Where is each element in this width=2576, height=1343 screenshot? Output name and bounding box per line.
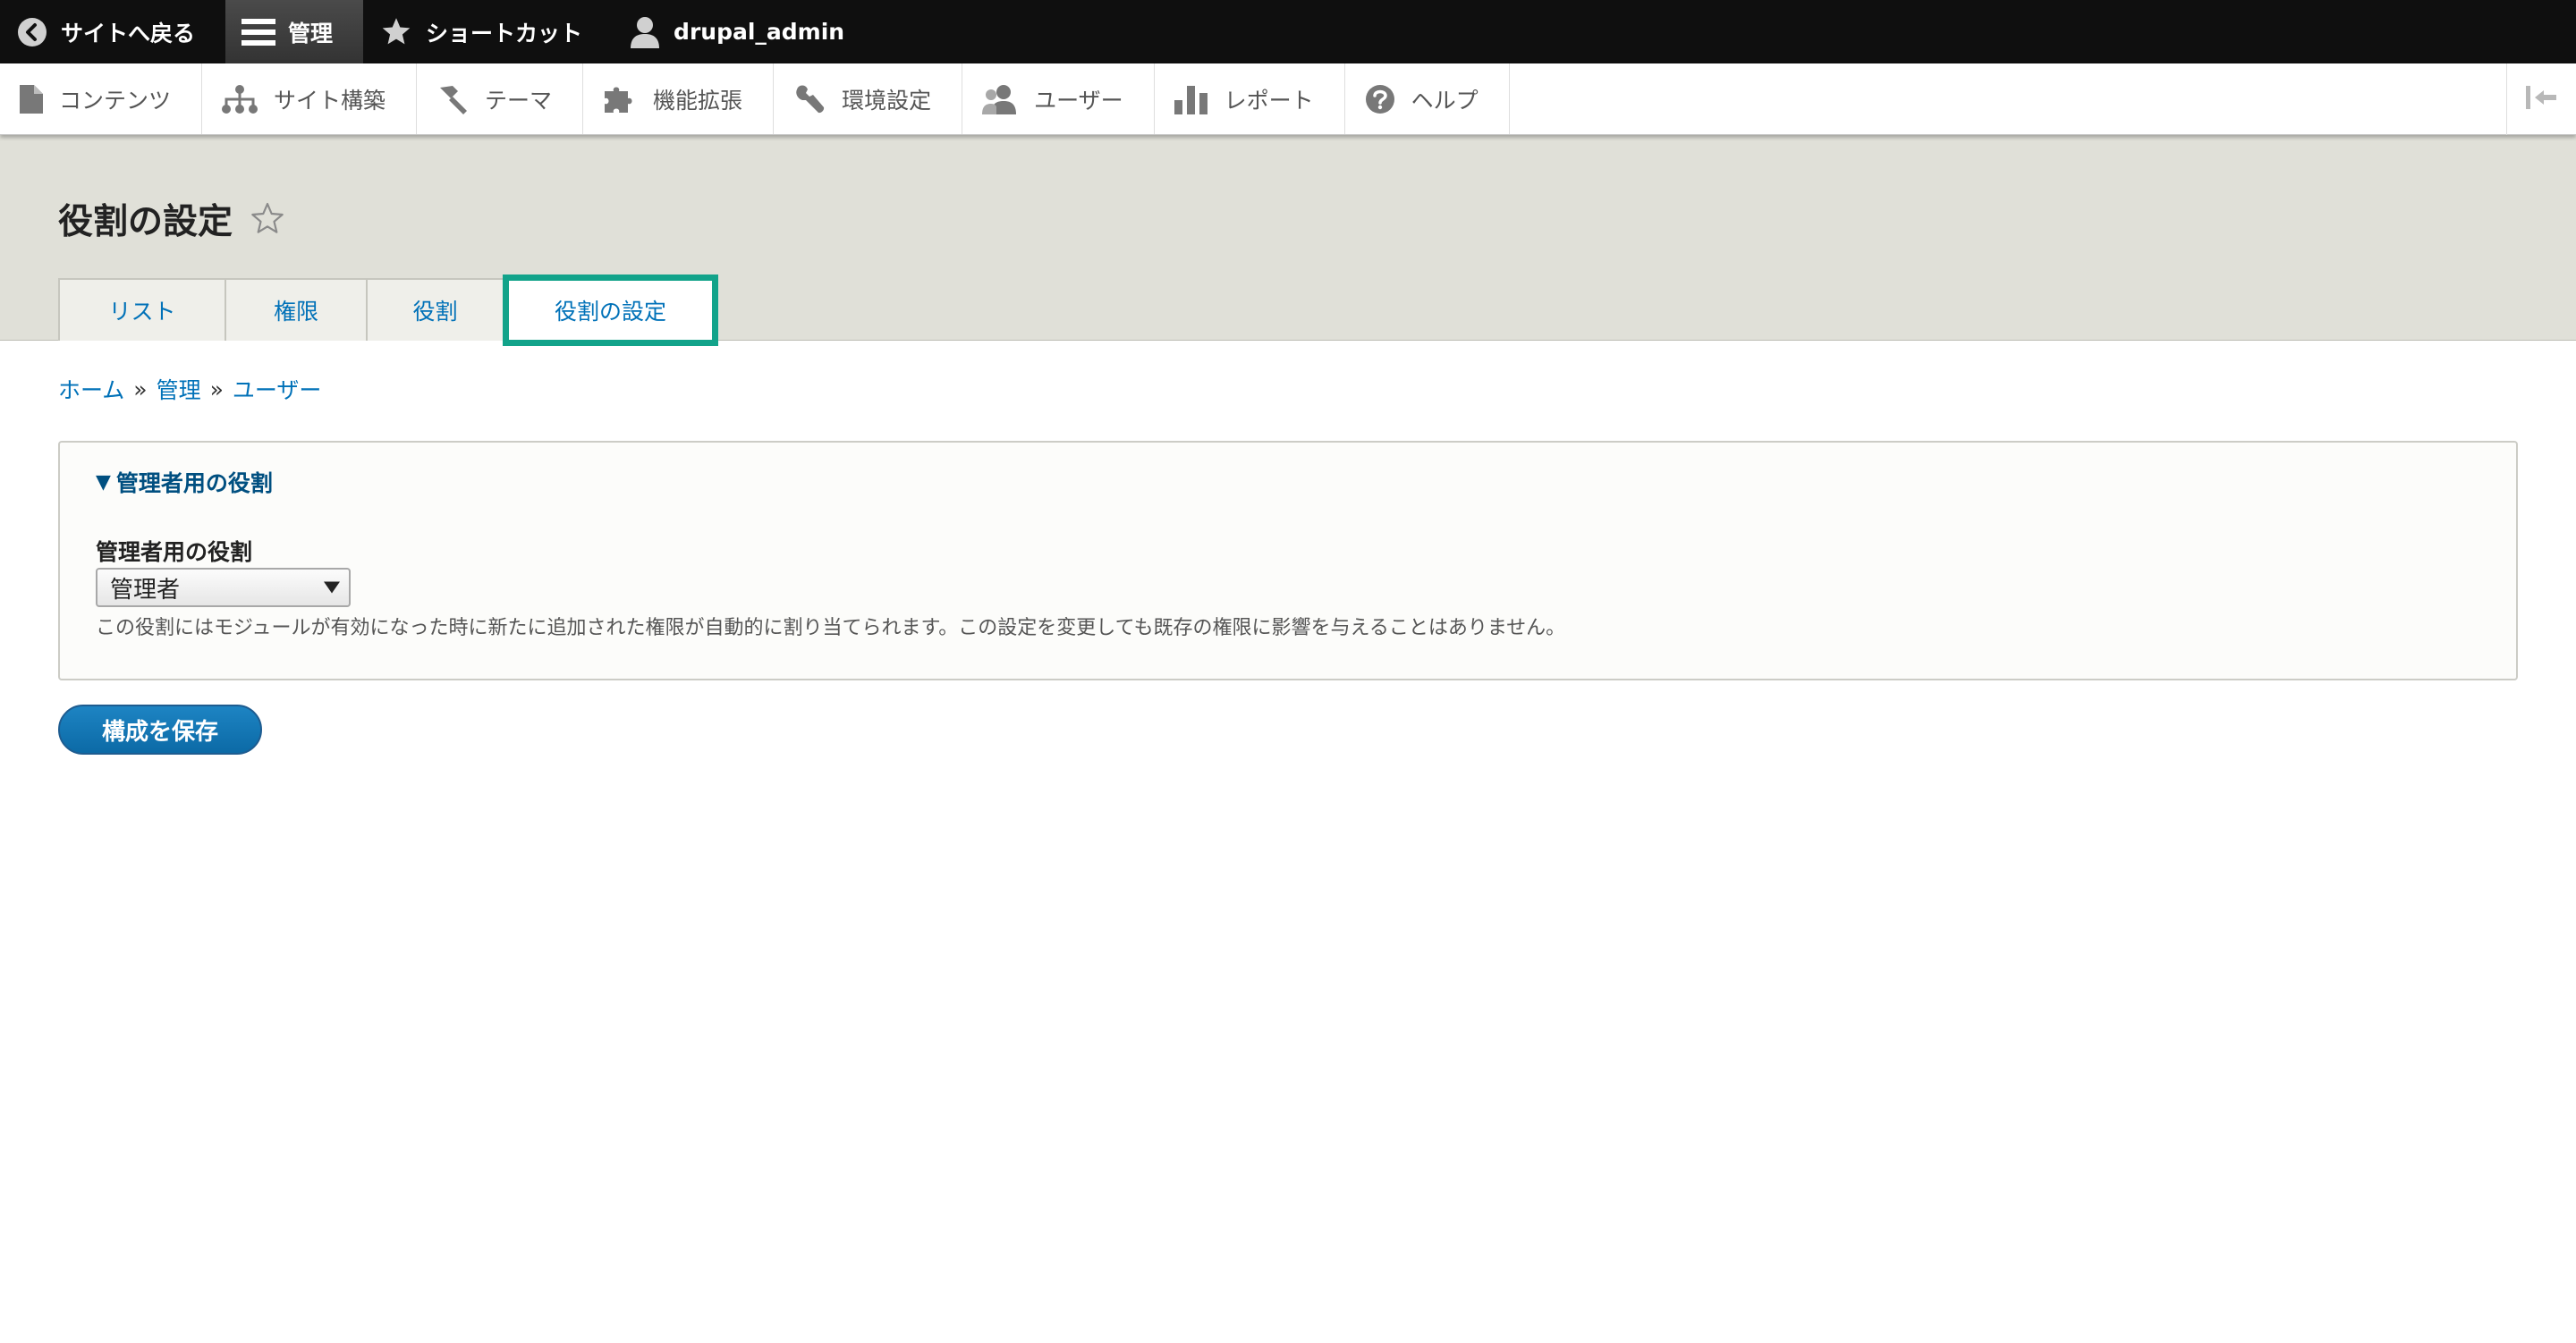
admin-role-select-value: 管理者 xyxy=(110,576,181,604)
tray-item-label: 環境設定 xyxy=(842,87,932,114)
tray-item-config[interactable]: 環境設定 xyxy=(774,63,963,134)
breadcrumb-separator: » xyxy=(133,376,148,402)
collapse-left-icon xyxy=(2524,84,2560,114)
shortcut-star-icon[interactable] xyxy=(249,201,286,237)
tray-item-label: ユーザー xyxy=(1034,87,1123,114)
breadcrumb-separator: » xyxy=(209,376,224,402)
bar-chart-icon xyxy=(1174,84,1208,114)
tab-roles[interactable]: 役割 xyxy=(366,278,503,341)
breadcrumb-home[interactable]: ホーム xyxy=(58,373,124,405)
admin-role-select[interactable]: 管理者 xyxy=(96,568,351,607)
tray-item-structure[interactable]: サイト構築 xyxy=(202,63,418,134)
triangle-down-icon: ▼ xyxy=(96,470,111,494)
breadcrumb-people[interactable]: ユーザー xyxy=(233,373,322,405)
tab-label: 役割 xyxy=(412,299,458,325)
tray-item-reports[interactable]: レポート xyxy=(1155,63,1345,134)
breadcrumb: ホーム » 管理 » ユーザー xyxy=(58,373,321,405)
people-icon xyxy=(982,84,1018,114)
wrench-icon xyxy=(793,84,826,114)
page-title: 役割の設定 xyxy=(58,194,286,244)
puzzle-icon xyxy=(603,84,637,114)
fieldset-legend-toggle[interactable]: ▼ 管理者用の役割 xyxy=(96,466,273,498)
shortcuts-label: ショートカット xyxy=(426,20,583,46)
admin-role-label: 管理者用の役割 xyxy=(96,539,253,565)
hamburger-icon xyxy=(242,17,276,47)
star-icon xyxy=(379,16,413,48)
breadcrumb-admin[interactable]: 管理 xyxy=(157,373,201,405)
manage-label: 管理 xyxy=(288,20,334,46)
manage-tab[interactable]: 管理 xyxy=(225,0,364,63)
tray-item-people[interactable]: ユーザー xyxy=(962,63,1155,134)
tray-item-appearance[interactable]: テーマ xyxy=(417,63,584,134)
tab-list[interactable]: リスト xyxy=(58,278,225,341)
fieldset-legend-text: 管理者用の役割 xyxy=(115,470,273,496)
tray-item-label: ヘルプ xyxy=(1411,87,1479,114)
tab-label: リスト xyxy=(108,299,176,325)
user-icon xyxy=(629,15,661,49)
save-configuration-button[interactable]: 構成を保存 xyxy=(58,705,262,755)
tab-permissions[interactable]: 権限 xyxy=(225,278,366,341)
dropdown-caret-icon xyxy=(324,581,340,594)
tray-item-label: コンテンツ xyxy=(59,87,172,114)
admin-toolbar: サイトへ戻る 管理 ショートカット drupal_admin xyxy=(0,0,2576,63)
help-icon xyxy=(1365,84,1395,114)
tray-item-extend[interactable]: 機能拡張 xyxy=(583,63,775,134)
admin-role-fieldset: ▼ 管理者用の役割 管理者用の役割 管理者 この役割にはモジュールが有効になった… xyxy=(58,441,2518,680)
arrow-left-circle-icon xyxy=(16,16,48,48)
page-header: 役割の設定 リスト 権限 役割 役割の設定 xyxy=(0,135,2576,346)
user-label: drupal_admin xyxy=(674,19,845,45)
tray-orientation-toggle[interactable] xyxy=(2506,63,2576,135)
admin-role-description: この役割にはモジュールが有効になった時に新たに追加された権限が自動的に割り当てら… xyxy=(96,617,1566,639)
tray-item-content[interactable]: コンテンツ xyxy=(0,63,203,134)
primary-tabs: リスト 権限 役割 役割の設定 xyxy=(58,275,718,346)
tray-item-label: サイト構築 xyxy=(274,87,386,114)
user-tab[interactable]: drupal_admin xyxy=(613,0,875,63)
tab-label: 権限 xyxy=(273,299,318,325)
back-to-site-label: サイトへ戻る xyxy=(61,20,196,46)
tray-item-label: 機能拡張 xyxy=(653,87,743,114)
tab-role-settings[interactable]: 役割の設定 xyxy=(503,275,718,346)
page-title-text: 役割の設定 xyxy=(58,202,233,242)
admin-tray: コンテンツ サイト構築 テーマ 機能拡張 環境設定 ユーザー レポート ヘルプ xyxy=(0,63,2576,135)
sitemap-icon xyxy=(222,84,258,114)
tray-item-label: レポート xyxy=(1224,87,1314,114)
document-icon xyxy=(20,84,43,114)
tray-item-help[interactable]: ヘルプ xyxy=(1345,63,1510,134)
paintbrush-icon xyxy=(436,84,469,114)
tray-item-label: テーマ xyxy=(485,87,553,114)
back-to-site-link[interactable]: サイトへ戻る xyxy=(0,0,225,63)
tab-label: 役割の設定 xyxy=(554,299,666,325)
shortcuts-tab[interactable]: ショートカット xyxy=(363,0,613,63)
